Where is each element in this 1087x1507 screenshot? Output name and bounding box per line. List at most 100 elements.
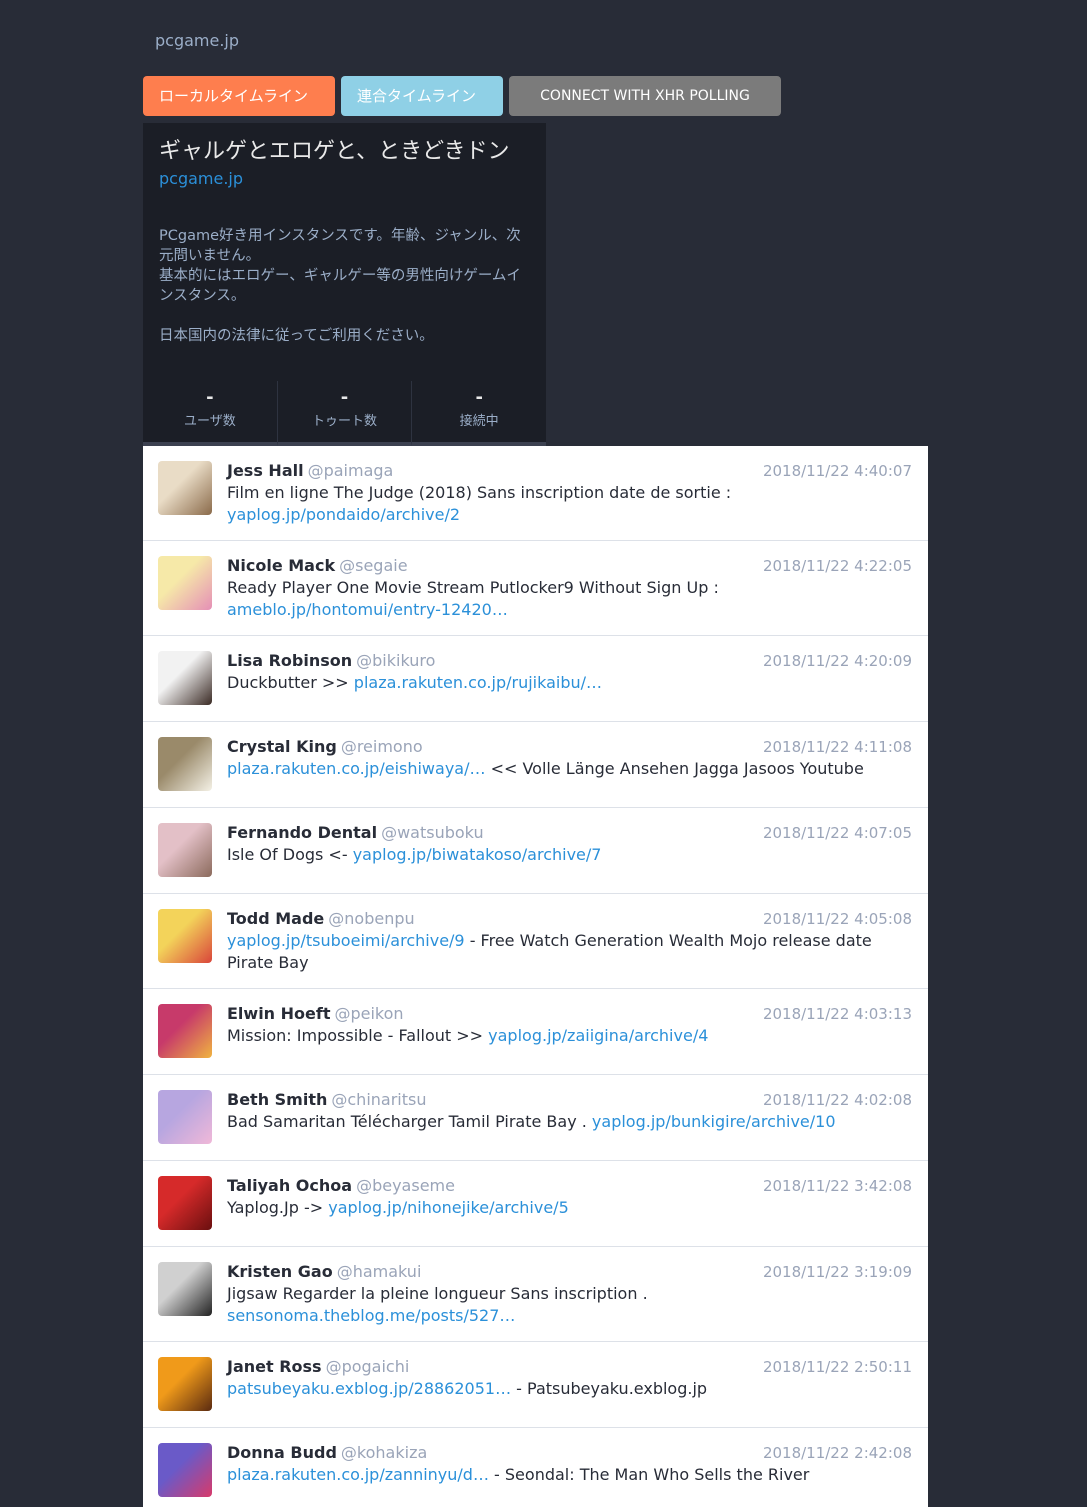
status-text: - Seondal: The Man Who Sells the River	[488, 1465, 810, 1484]
stat-label: トゥート数	[312, 414, 378, 429]
status-text: Ready Player One Movie Stream Putlocker9…	[227, 578, 719, 597]
status-content: Ready Player One Movie Stream Putlocker9…	[227, 577, 912, 621]
status-item[interactable]: Beth Smith @chinaritsu 2018/11/22 4:02:08 B…	[143, 1075, 928, 1161]
avatar[interactable]	[158, 737, 212, 791]
status-content: plaza.rakuten.co.jp/eishiwaya/… << Volle…	[227, 758, 912, 780]
avatar[interactable]	[158, 461, 212, 515]
status-item[interactable]: Todd Made @nobenpu 2018/11/22 4:05:08 yaplo…	[143, 894, 928, 989]
account-handle[interactable]: @bikikuro	[356, 651, 435, 670]
display-name[interactable]: Fernando Dental	[227, 823, 377, 842]
account-handle[interactable]: @paimaga	[308, 461, 394, 480]
account-handle[interactable]: @watsuboku	[381, 823, 484, 842]
status-item[interactable]: Crystal King @reimono 2018/11/22 4:11:08 pl…	[143, 722, 928, 808]
tab-federated-timeline[interactable]: 連合タイムライン	[341, 76, 503, 116]
account-handle[interactable]: @reimono	[341, 737, 423, 756]
account-handle[interactable]: @chinaritsu	[331, 1090, 426, 1109]
avatar[interactable]	[158, 909, 212, 963]
status-link[interactable]: yaplog.jp/bunkigire/archive/10	[592, 1112, 836, 1131]
account-handle[interactable]: @segaie	[339, 556, 407, 575]
status-item[interactable]: Taliyah Ochoa @beyaseme 2018/11/22 3:42:08…	[143, 1161, 928, 1247]
account-handle[interactable]: @kohakiza	[341, 1443, 427, 1462]
status-text: Jigsaw Regarder la pleine longueur Sans …	[227, 1284, 648, 1303]
instance-description-line: 日本国内の法律に従ってご利用ください。	[159, 328, 434, 344]
status-timestamp[interactable]: 2018/11/22 4:03:13	[763, 1003, 912, 1025]
status-link[interactable]: yaplog.jp/biwatakoso/archive/7	[353, 845, 602, 864]
stat-label: 接続中	[459, 414, 499, 429]
status-link[interactable]: sensonoma.theblog.me/posts/527…	[227, 1306, 515, 1325]
connect-xhr-polling-button[interactable]: CONNECT WITH XHR POLLING	[509, 76, 781, 116]
display-name[interactable]: Lisa Robinson	[227, 651, 352, 670]
status-content: Jigsaw Regarder la pleine longueur Sans …	[227, 1283, 912, 1327]
status-timestamp[interactable]: 2018/11/22 4:22:05	[763, 555, 912, 577]
status-link[interactable]: patsubeyaku.exblog.jp/28862051…	[227, 1379, 511, 1398]
status-content: yaplog.jp/tsuboeimi/archive/9 - Free Wat…	[227, 930, 912, 974]
avatar[interactable]	[158, 1090, 212, 1144]
status-link[interactable]: yaplog.jp/nihonejike/archive/5	[328, 1198, 569, 1217]
display-name[interactable]: Elwin Hoeft	[227, 1004, 330, 1023]
status-timestamp[interactable]: 2018/11/22 4:07:05	[763, 822, 912, 844]
site-name[interactable]: pcgame.jp	[155, 31, 239, 50]
instance-description-line: 基本的にはエロゲー、ギャルゲー等の男性向けゲームインスタンス。	[159, 268, 521, 304]
display-name[interactable]: Kristen Gao	[227, 1262, 333, 1281]
avatar[interactable]	[158, 1357, 212, 1411]
avatar[interactable]	[158, 823, 212, 877]
status-content: Mission: Impossible - Fallout >> yaplog.…	[227, 1025, 912, 1047]
display-name[interactable]: Todd Made	[227, 909, 324, 928]
status-link[interactable]: ameblo.jp/hontomui/entry-12420…	[227, 600, 508, 619]
status-timestamp[interactable]: 2018/11/22 4:11:08	[763, 736, 912, 758]
status-item[interactable]: Fernando Dental @watsuboku 2018/11/22 4:07…	[143, 808, 928, 894]
account-handle[interactable]: @pogaichi	[326, 1357, 410, 1376]
stat-connections: - 接続中	[412, 381, 547, 446]
status-timestamp[interactable]: 2018/11/22 2:42:08	[763, 1442, 912, 1464]
display-name[interactable]: Nicole Mack	[227, 556, 335, 575]
account-handle[interactable]: @peikon	[334, 1004, 403, 1023]
instance-stats: - ユーザ数 - トゥート数 - 接続中	[143, 381, 547, 446]
display-name[interactable]: Taliyah Ochoa	[227, 1176, 352, 1195]
status-link[interactable]: yaplog.jp/pondaido/archive/2	[227, 505, 460, 524]
status-link[interactable]: plaza.rakuten.co.jp/rujikaibu/…	[354, 673, 602, 692]
status-item[interactable]: Janet Ross @pogaichi 2018/11/22 2:50:11 pat…	[143, 1342, 928, 1428]
status-timestamp[interactable]: 2018/11/22 4:02:08	[763, 1089, 912, 1111]
status-link[interactable]: plaza.rakuten.co.jp/zanninyu/d…	[227, 1465, 489, 1484]
status-item[interactable]: Elwin Hoeft @peikon 2018/11/22 4:03:13 Miss…	[143, 989, 928, 1075]
status-timestamp[interactable]: 2018/11/22 4:40:07	[763, 460, 912, 482]
avatar[interactable]	[158, 556, 212, 610]
status-item[interactable]: Kristen Gao @hamakui 2018/11/22 3:19:09 Jig…	[143, 1247, 928, 1342]
tab-local-timeline[interactable]: ローカルタイムライン	[143, 76, 335, 116]
display-name[interactable]: Donna Budd	[227, 1443, 337, 1462]
status-timestamp[interactable]: 2018/11/22 3:19:09	[763, 1261, 912, 1283]
avatar[interactable]	[158, 1262, 212, 1316]
instance-description-line: PCgame好き用インスタンスです。年齢、ジャンル、次元問いません。	[159, 228, 521, 264]
stat-users: - ユーザ数	[143, 381, 278, 446]
avatar[interactable]	[158, 1443, 212, 1497]
status-item[interactable]: Nicole Mack @segaie 2018/11/22 4:22:05 Read…	[143, 541, 928, 636]
status-text: Duckbutter >>	[227, 673, 354, 692]
stat-value: -	[206, 387, 214, 408]
status-text: Isle Of Dogs <-	[227, 845, 353, 864]
status-timestamp[interactable]: 2018/11/22 3:42:08	[763, 1175, 912, 1197]
display-name[interactable]: Beth Smith	[227, 1090, 327, 1109]
status-link[interactable]: yaplog.jp/tsuboeimi/archive/9	[227, 931, 465, 950]
timeline-list[interactable]: Jess Hall @paimaga 2018/11/22 4:40:07 Film …	[143, 446, 928, 1507]
status-link[interactable]: yaplog.jp/zaiigina/archive/4	[488, 1026, 708, 1045]
account-handle[interactable]: @nobenpu	[328, 909, 414, 928]
account-handle[interactable]: @hamakui	[337, 1262, 422, 1281]
account-handle[interactable]: @beyaseme	[356, 1176, 455, 1195]
stat-label: ユーザ数	[183, 414, 236, 429]
avatar[interactable]	[158, 651, 212, 705]
status-item[interactable]: Lisa Robinson @bikikuro 2018/11/22 4:20:09…	[143, 636, 928, 722]
status-timestamp[interactable]: 2018/11/22 2:50:11	[763, 1356, 912, 1378]
status-item[interactable]: Donna Budd @kohakiza 2018/11/22 2:42:08 pla…	[143, 1428, 928, 1507]
status-content: patsubeyaku.exblog.jp/28862051… - Patsub…	[227, 1378, 912, 1400]
instance-link[interactable]: pcgame.jp	[159, 169, 243, 188]
status-item[interactable]: Jess Hall @paimaga 2018/11/22 4:40:07 Film …	[143, 446, 928, 541]
avatar[interactable]	[158, 1004, 212, 1058]
avatar[interactable]	[158, 1176, 212, 1230]
status-content: Film en ligne The Judge (2018) Sans insc…	[227, 482, 912, 526]
status-timestamp[interactable]: 2018/11/22 4:05:08	[763, 908, 912, 930]
display-name[interactable]: Jess Hall	[227, 461, 304, 480]
status-timestamp[interactable]: 2018/11/22 4:20:09	[763, 650, 912, 672]
status-link[interactable]: plaza.rakuten.co.jp/eishiwaya/…	[227, 759, 485, 778]
display-name[interactable]: Janet Ross	[227, 1357, 322, 1376]
display-name[interactable]: Crystal King	[227, 737, 337, 756]
